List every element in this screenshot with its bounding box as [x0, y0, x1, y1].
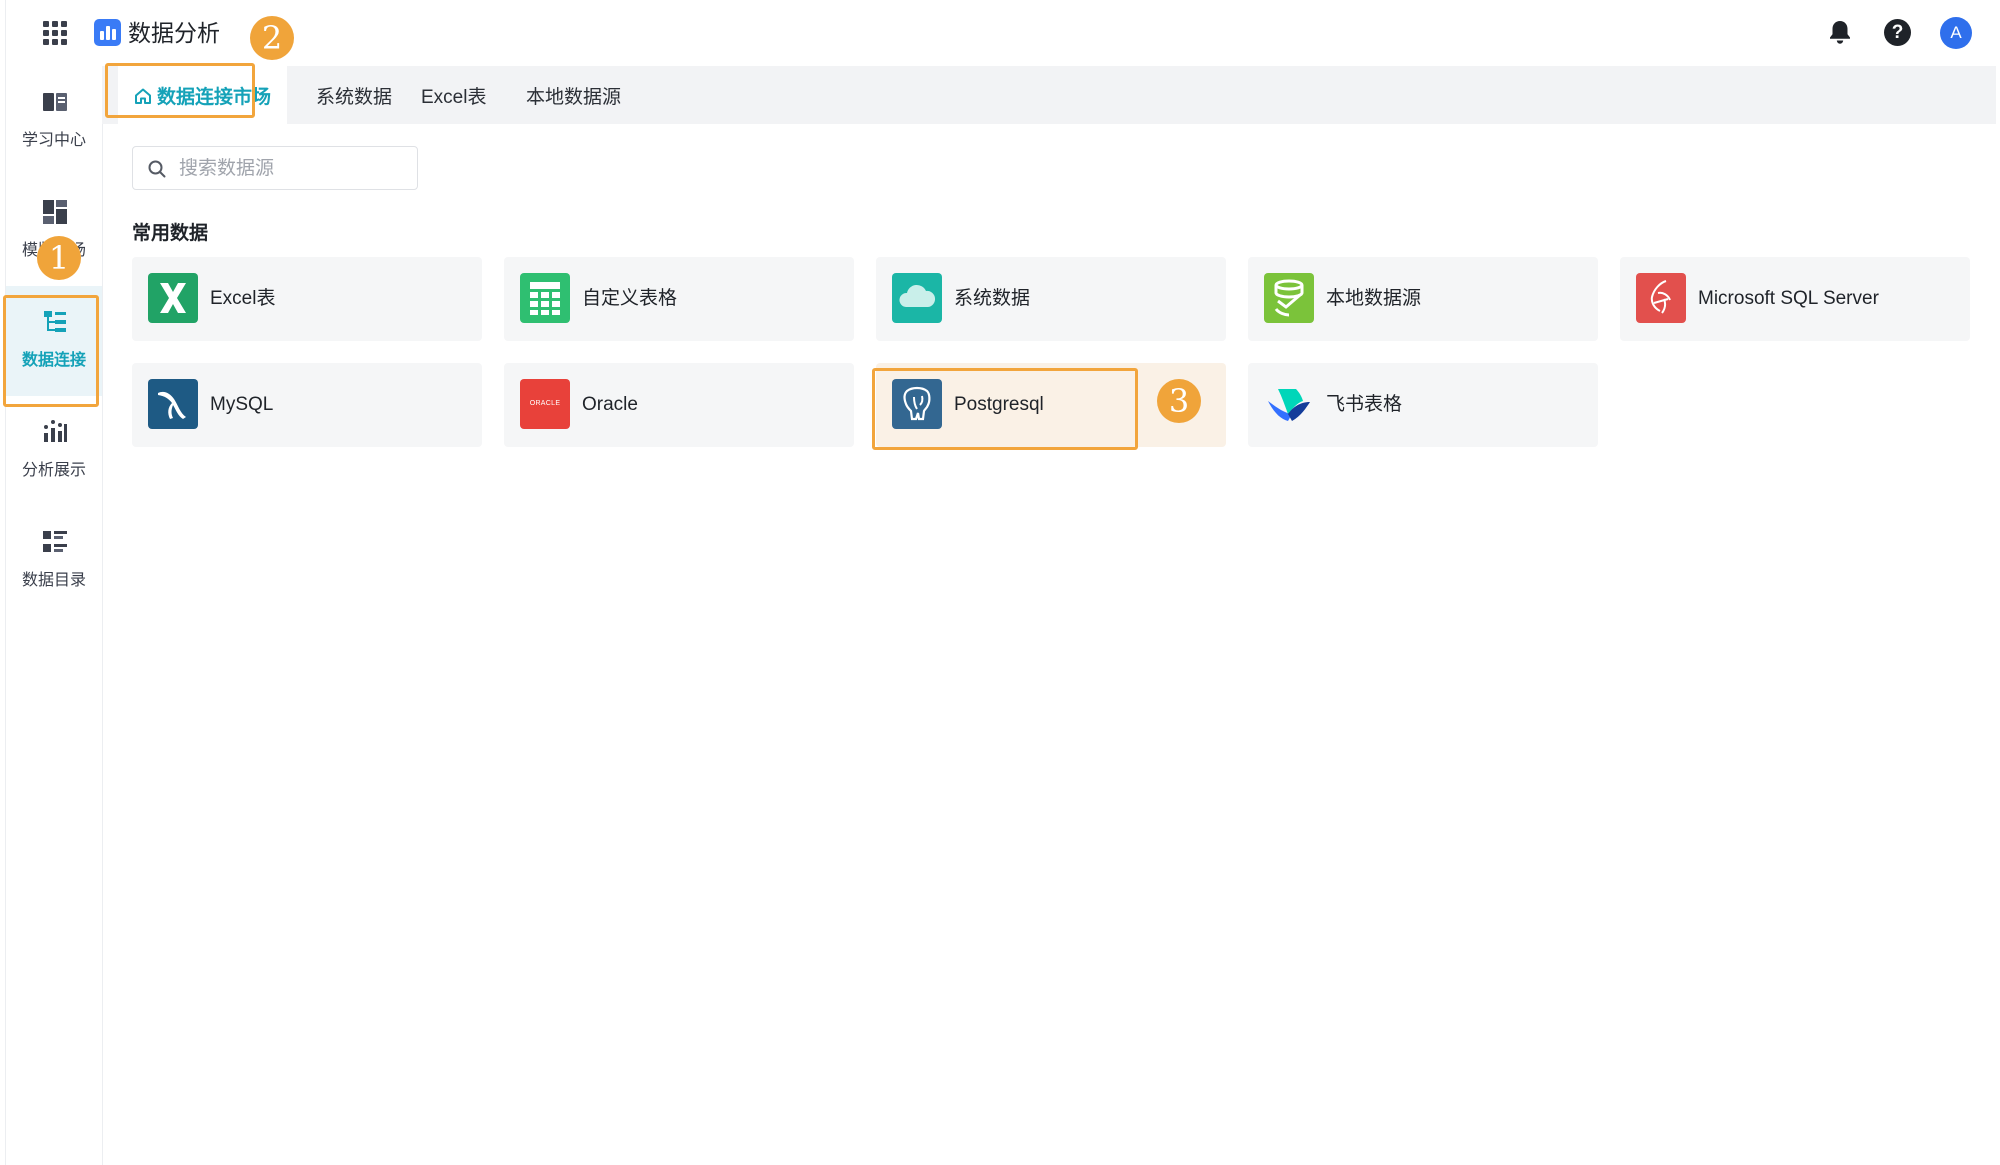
source-label: 自定义表格	[582, 288, 678, 309]
step-badge-2: 2	[250, 16, 294, 60]
source-card-oracle[interactable]: ORACLE Oracle	[504, 363, 854, 447]
app-grid-icon[interactable]	[43, 21, 67, 45]
user-avatar[interactable]: A	[1940, 17, 1972, 49]
tab-data-connection-market[interactable]: 数据连接市场	[118, 66, 288, 124]
tab-label: 本地数据源	[526, 87, 622, 108]
source-label: 本地数据源	[1326, 288, 1422, 309]
feishu-sheet-icon	[1264, 379, 1314, 429]
step-badge-3: 3	[1157, 379, 1201, 423]
nav-label: 学习中心	[21, 132, 86, 149]
app-title: 数据分析	[128, 20, 220, 46]
search-input[interactable]	[177, 153, 411, 185]
chart-icon	[44, 420, 67, 442]
source-label: Microsoft SQL Server	[1698, 288, 1879, 309]
source-card-system-data[interactable]: 系统数据	[876, 257, 1226, 341]
tab-local-source[interactable]: 本地数据源	[510, 66, 637, 124]
search-icon	[148, 160, 166, 178]
tab-bar: 数据连接市场 系统数据 Excel表 本地数据源	[102, 66, 1996, 124]
source-label: Postgresql	[954, 394, 1044, 415]
book-icon	[43, 93, 67, 111]
step-badge-1: 1	[37, 236, 81, 280]
nav-label: 分析展示	[21, 462, 86, 479]
source-label: 系统数据	[954, 288, 1031, 309]
tab-label: 系统数据	[316, 87, 393, 108]
source-label: 飞书表格	[1326, 394, 1403, 415]
left-nav: 学习中心 模版市场 数据连接	[6, 66, 103, 1165]
data-connect-icon	[44, 311, 66, 332]
app-window: 数据分析 ? A 学习中心 模版市场	[3, 0, 1996, 1165]
source-card-mysql[interactable]: MySQL	[132, 363, 482, 447]
help-icon[interactable]: ?	[1884, 19, 1911, 46]
search-box[interactable]	[132, 146, 418, 190]
oracle-icon: ORACLE	[520, 379, 570, 429]
tab-excel[interactable]: Excel表	[405, 66, 502, 124]
nav-item-data-connection[interactable]: 数据连接	[6, 286, 102, 396]
source-label: MySQL	[210, 394, 274, 415]
custom-table-icon	[520, 273, 570, 323]
home-icon	[135, 88, 151, 104]
catalog-icon	[43, 531, 67, 552]
tab-label: 数据连接市场	[157, 87, 272, 108]
tab-system-data[interactable]: 系统数据	[300, 66, 408, 124]
sqlserver-icon	[1636, 273, 1686, 323]
source-card-custom-table[interactable]: 自定义表格	[504, 257, 854, 341]
excel-icon	[148, 273, 198, 323]
postgresql-icon	[892, 379, 942, 429]
cloud-icon	[892, 273, 942, 323]
template-icon	[43, 200, 67, 224]
local-source-icon	[1264, 273, 1314, 323]
oracle-logo-text: ORACLE	[529, 400, 561, 407]
app-logo-icon	[94, 19, 121, 46]
nav-item-data-catalog[interactable]: 数据目录	[6, 506, 102, 616]
source-card-sqlserver[interactable]: Microsoft SQL Server	[1620, 257, 1970, 341]
top-bar: 数据分析 ? A	[6, 0, 1996, 66]
nav-item-learning-center[interactable]: 学习中心	[6, 66, 102, 176]
bell-icon[interactable]	[1826, 18, 1854, 46]
nav-item-analysis[interactable]: 分析展示	[6, 396, 102, 506]
mysql-icon	[148, 379, 198, 429]
source-card-local-source[interactable]: 本地数据源	[1248, 257, 1598, 341]
source-label: Oracle	[582, 394, 638, 415]
source-card-feishu-sheet[interactable]: 飞书表格	[1248, 363, 1598, 447]
source-label: Excel表	[210, 288, 276, 309]
nav-label: 数据连接	[21, 352, 86, 369]
nav-label: 数据目录	[21, 572, 86, 589]
source-card-excel[interactable]: Excel表	[132, 257, 482, 341]
tab-label: Excel表	[421, 87, 487, 108]
section-title: 常用数据	[132, 223, 209, 244]
